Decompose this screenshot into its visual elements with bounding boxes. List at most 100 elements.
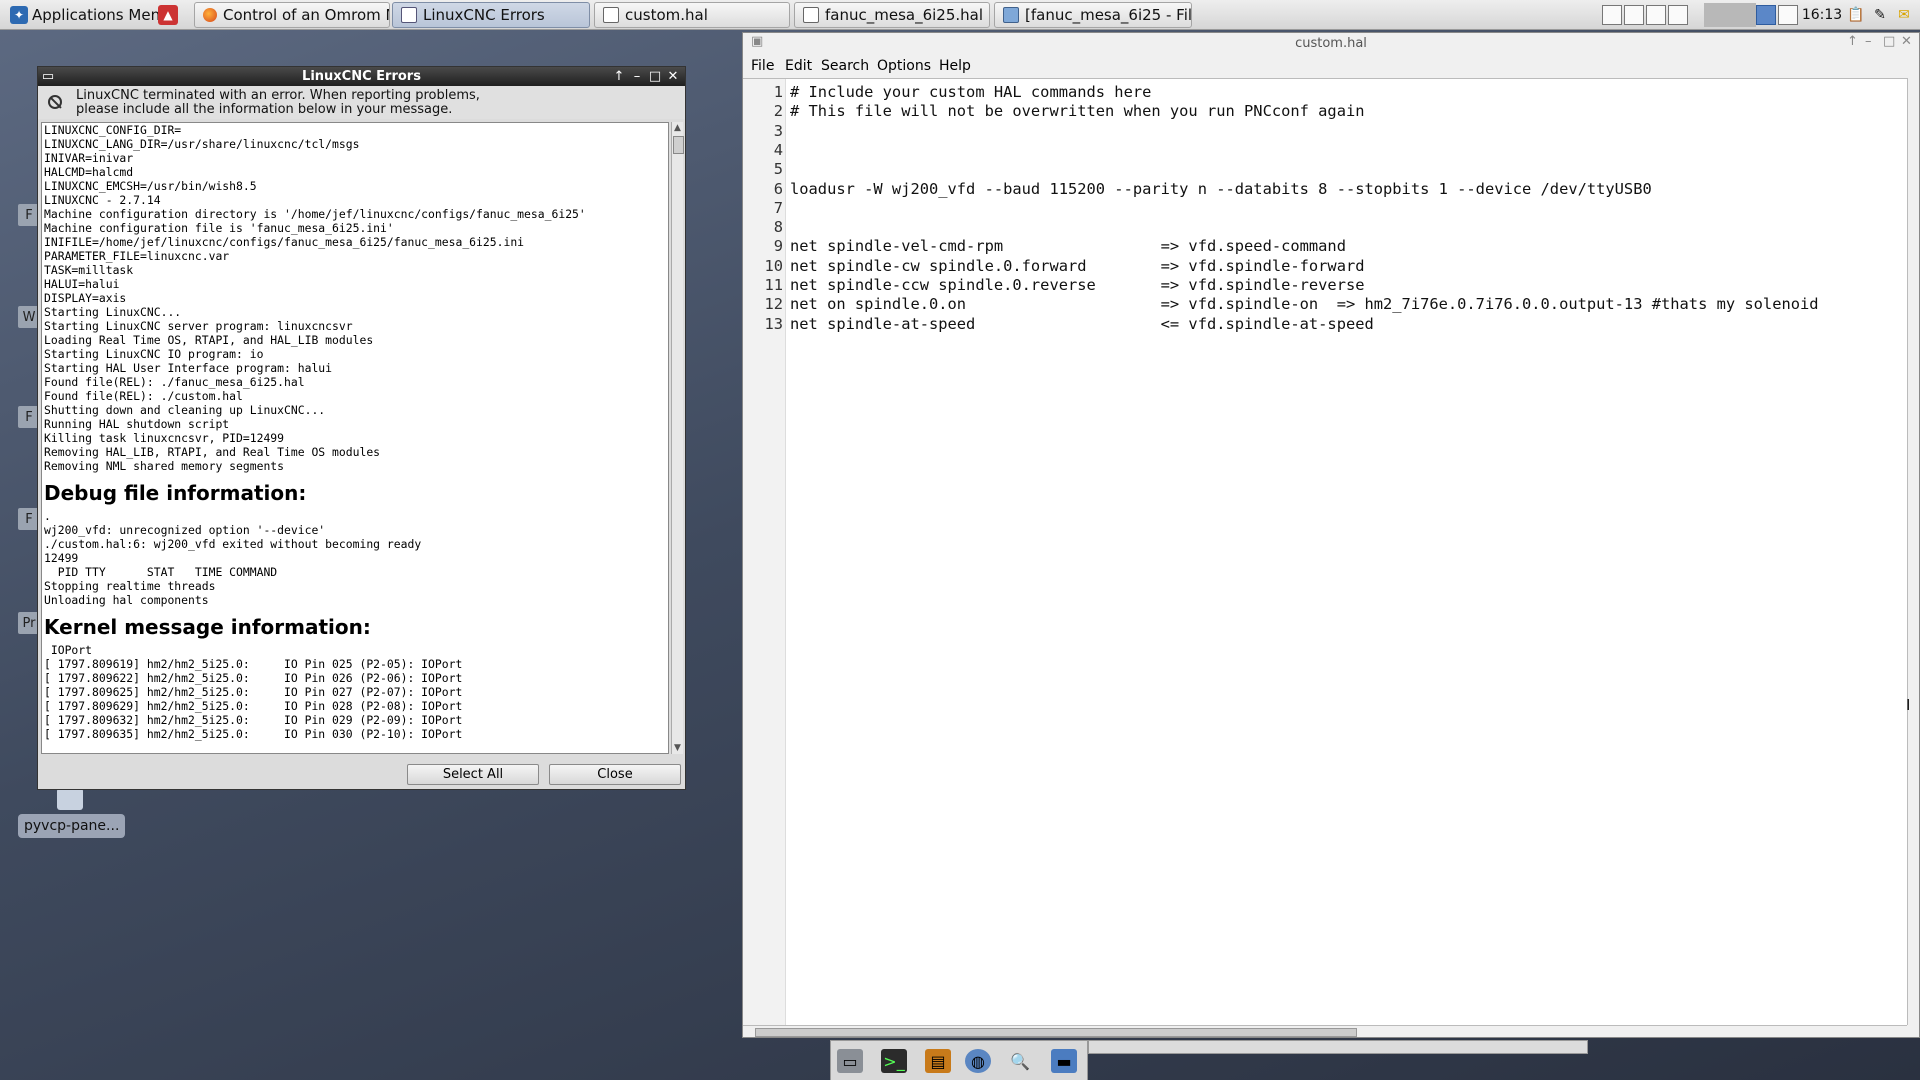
debug-block: . wj200_vfd: unrecognized option '--devic…: [44, 509, 668, 607]
debug-line: .: [44, 509, 51, 523]
folder-icon[interactable]: ▬: [1051, 1049, 1077, 1073]
pyvcp-panel-icon[interactable]: [57, 788, 83, 810]
kernel-line: [ 1797.809629] hm2/hm2_5i25.0: IO Pin 02…: [44, 699, 463, 713]
editor-vertical-scrollbar[interactable]: [1907, 78, 1919, 1025]
code-line: 3: [743, 122, 1903, 141]
log-line: PARAMETER_FILE=linuxcnc.var: [44, 249, 230, 263]
launcher-icon[interactable]: ▲: [158, 5, 178, 25]
editor-horizontal-scrollbar[interactable]: [743, 1025, 1907, 1037]
close-icon[interactable]: ✕: [1901, 34, 1912, 49]
clock[interactable]: 16:13: [1802, 3, 1842, 27]
tray-window-icon[interactable]: [1668, 5, 1688, 25]
window-menu-icon[interactable]: ▭: [40, 67, 56, 86]
log-line: Starting LinuxCNC...: [44, 305, 182, 319]
dock-scrollbar[interactable]: [1088, 1040, 1588, 1054]
text-cursor-icon: I: [1906, 696, 1911, 714]
log-line: LINUXCNC_LANG_DIR=/usr/share/linuxcnc/tc…: [44, 137, 360, 151]
notes-icon[interactable]: ✉: [1894, 5, 1914, 25]
window-titlebar[interactable]: LinuxCNC Errors: [38, 67, 685, 86]
kernel-block: IOPort[ 1797.809619] hm2/hm2_5i25.0: IO …: [44, 643, 668, 741]
tray-window-icon[interactable]: [1646, 5, 1666, 25]
line-number: 6: [773, 179, 783, 198]
kernel-line: [ 1797.809619] hm2/hm2_5i25.0: IO Pin 02…: [44, 657, 463, 671]
close-icon[interactable]: ✕: [665, 67, 681, 86]
web-browser-icon[interactable]: ◍: [965, 1049, 991, 1073]
log-line: LINUXCNC - 2.7.14: [44, 193, 161, 207]
scroll-down-icon[interactable]: ▼: [672, 742, 683, 754]
task-fanuc-hal[interactable]: fanuc_mesa_6i25.hal: [794, 2, 990, 28]
log-line: INIFILE=/home/jef/linuxcnc/configs/fanuc…: [44, 235, 525, 249]
window-menu-icon[interactable]: ▣: [751, 34, 763, 49]
log-line: Starting HAL User Interface program: hal…: [44, 361, 333, 375]
task-custom-hal[interactable]: custom.hal: [594, 2, 790, 28]
scroll-thumb[interactable]: [755, 1028, 1357, 1037]
maximize-icon[interactable]: □: [647, 67, 663, 86]
tray-window-icon[interactable]: [1624, 5, 1644, 25]
line-text: # Include your custom HAL commands here: [790, 83, 1152, 101]
log-line: Removing HAL_LIB, RTAPI, and Real Time O…: [44, 445, 381, 459]
kernel-line: IOPort: [44, 643, 93, 657]
log-line: INIVAR=inivar: [44, 151, 134, 165]
archive-icon[interactable]: ▤: [925, 1049, 951, 1073]
line-number: 2: [773, 102, 783, 121]
workspace-switcher: [1756, 3, 1800, 27]
error-log-text[interactable]: LINUXCNC_CONFIG_DIR= LINUXCNC_LANG_DIR=/u…: [41, 122, 669, 754]
window-buttons-tray: [1602, 3, 1690, 27]
minimize-icon[interactable]: –: [629, 67, 645, 86]
linuxcnc-errors-window: LinuxCNC Errors ▭ ↑ – □ ✕ LinuxCNC termi…: [37, 66, 686, 790]
terminal-icon[interactable]: >_: [881, 1049, 907, 1073]
log-line: Shutting down and cleaning up LinuxCNC..…: [44, 403, 326, 417]
code-line: 4: [743, 141, 1903, 160]
applications-menu-label: Applications Menu: [32, 6, 170, 24]
drive-icon[interactable]: ▭: [837, 1049, 863, 1073]
kernel-line: [ 1797.809635] hm2/hm2_5i25.0: IO Pin 03…: [44, 727, 463, 741]
menu-bar: File Edit Search Options Help: [743, 56, 1919, 78]
scroll-up-icon[interactable]: ▲: [672, 122, 683, 134]
line-number: 4: [773, 140, 783, 159]
error-header: LinuxCNC terminated with an error. When …: [38, 86, 685, 119]
text-editor-area[interactable]: 1 # Include your custom HAL commands here…: [743, 78, 1907, 1025]
task-label: custom.hal: [625, 6, 708, 24]
maximize-icon[interactable]: □: [1883, 34, 1895, 49]
pyvcp-panel-label[interactable]: pyvcp-pane...: [18, 814, 126, 838]
tray-window-icon[interactable]: [1602, 5, 1622, 25]
menu-help[interactable]: Help: [939, 58, 971, 74]
code-line: 11 net spindle-ccw spindle.0.reverse => v…: [743, 276, 1903, 295]
kernel-heading: Kernel message information:: [44, 615, 371, 639]
raise-icon[interactable]: ↑: [1847, 34, 1858, 49]
task-linuxcnc-errors[interactable]: LinuxCNC Errors: [392, 2, 590, 28]
raise-icon[interactable]: ↑: [611, 67, 627, 86]
menu-file[interactable]: File: [751, 58, 774, 74]
task-label: fanuc_mesa_6i25.hal: [825, 6, 984, 24]
select-all-button[interactable]: Select All: [407, 764, 539, 785]
workspace-1[interactable]: [1756, 5, 1776, 25]
scroll-thumb[interactable]: [673, 136, 684, 154]
network-icon[interactable]: ✎: [1870, 5, 1890, 25]
kernel-line: [ 1797.809622] hm2/hm2_5i25.0: IO Pin 02…: [44, 671, 463, 685]
error-log-scrollbar[interactable]: ▲ ▼: [671, 122, 684, 754]
window-titlebar[interactable]: custom.hal: [743, 33, 1919, 55]
code-line: 10 net spindle-cw spindle.0.forward => vf…: [743, 257, 1903, 276]
log-line: Found file(REL): ./custom.hal: [44, 389, 243, 403]
applications-menu-button[interactable]: ✦ Applications Menu: [4, 3, 176, 27]
line-text: loadusr -W wj200_vfd --baud 115200 --par…: [790, 179, 1652, 198]
menu-search[interactable]: Search: [821, 58, 869, 74]
task-firefox[interactable]: Control of an Omrom M...: [194, 2, 390, 28]
task-label: [fanuc_mesa_6i25 - File ...: [1025, 6, 1192, 24]
line-number: 7: [773, 198, 783, 217]
folder-icon: [1003, 7, 1019, 23]
window-title: custom.hal: [1295, 36, 1367, 51]
menu-edit[interactable]: Edit: [785, 58, 812, 74]
workspace-2[interactable]: [1778, 5, 1798, 25]
search-icon[interactable]: 🔍: [1007, 1049, 1033, 1073]
line-text: net spindle-vel-cmd-rpm => vfd.speed-com…: [790, 237, 1346, 256]
log-block: LINUXCNC_CONFIG_DIR= LINUXCNC_LANG_DIR=/u…: [44, 123, 668, 473]
menu-options[interactable]: Options: [877, 58, 931, 74]
task-label: LinuxCNC Errors: [423, 6, 545, 24]
minimize-icon[interactable]: –: [1865, 34, 1872, 49]
log-line: Killing task linuxcncsvr, PID=12499: [44, 431, 285, 445]
task-file-manager[interactable]: [fanuc_mesa_6i25 - File ...: [994, 2, 1192, 28]
debug-heading: Debug file information:: [44, 481, 307, 505]
clipboard-icon[interactable]: 📋: [1846, 5, 1866, 25]
close-button[interactable]: Close: [549, 764, 681, 785]
